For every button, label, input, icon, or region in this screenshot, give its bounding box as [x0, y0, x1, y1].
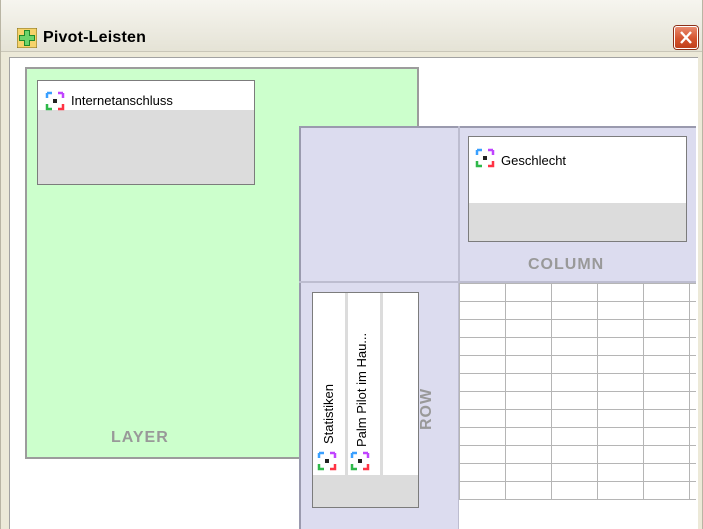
row-area-label: ROW: [418, 387, 435, 430]
column-area-label: COLUMN: [528, 256, 605, 273]
pivot-variable-icon: [45, 91, 65, 111]
title-bar: Pivot-Leisten: [1, 0, 702, 52]
column-tray[interactable]: [468, 136, 687, 242]
close-button[interactable]: [674, 26, 698, 49]
pivot-trays-app-icon: [17, 28, 37, 48]
row-tray-empty-slot: [383, 293, 418, 475]
layer-item-label: Internetanschluss: [71, 93, 173, 108]
column-item-label: Geschlecht: [501, 153, 567, 168]
close-icon: [680, 31, 692, 44]
layer-area-label: LAYER: [111, 429, 169, 446]
row-item-label-statistiken: Statistiken: [321, 384, 336, 444]
row-item-label-palm-pilot: Palm Pilot im Hau...: [354, 332, 369, 447]
pivot-cell-grid: [459, 283, 696, 529]
column-tray-empty-slot: [469, 171, 686, 203]
pivot-variable-icon: [317, 451, 337, 471]
pivot-trays-window: Pivot-Leisten Internetanschluss LAYER Ge…: [0, 0, 703, 529]
pivot-variable-icon: [350, 451, 370, 471]
pivot-variable-icon: [475, 148, 495, 168]
window-title: Pivot-Leisten: [43, 29, 147, 46]
